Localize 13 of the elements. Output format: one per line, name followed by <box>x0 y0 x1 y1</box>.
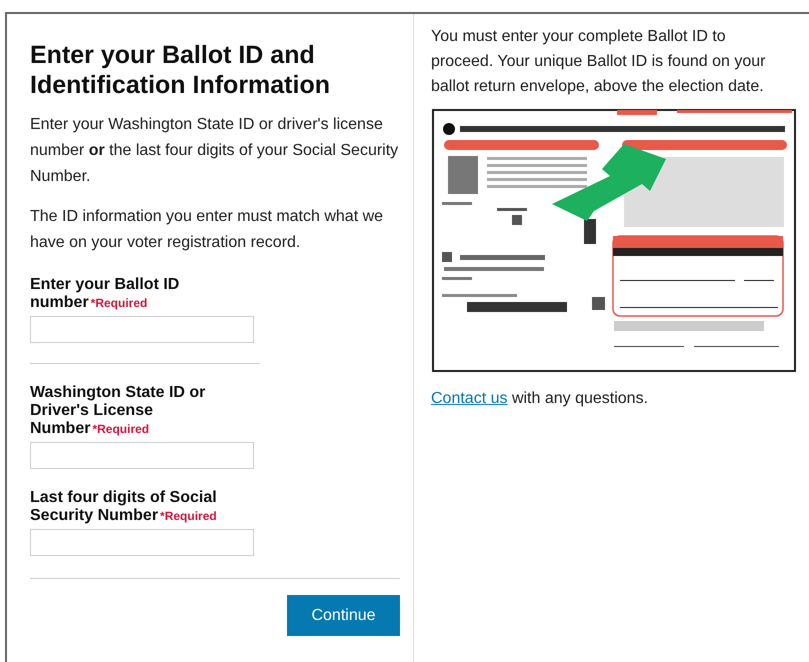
input-field[interactable] <box>30 529 254 556</box>
instruction-text: Enter your Washington State ID or driver's license number or the last four digits of your Social Security Number. <box>30 115 400 187</box>
continue-button[interactable]: Continue <box>287 595 400 636</box>
field-label: Enter your Ballot ID number*Required <box>30 276 180 312</box>
page-title: Enter your Ballot ID and Identification Information <box>30 40 331 100</box>
field-label: Washington State ID or Driver's License Number*Required <box>30 384 206 438</box>
input-field[interactable] <box>30 442 254 469</box>
instruction-text: The ID information you enter must match what we have on your voter registration record. <box>30 207 384 253</box>
input-field[interactable] <box>30 316 254 343</box>
contact-text: with any questions. <box>512 390 648 407</box>
contact-link[interactable]: Contact us <box>431 390 508 407</box>
field-label: Last four digits of Social Security Number*Required <box>30 489 218 525</box>
help-text: You must enter your complete Ballot ID to proceed. Your unique Ballot ID is found on your ballot return envelope, above the election date. <box>431 27 766 97</box>
